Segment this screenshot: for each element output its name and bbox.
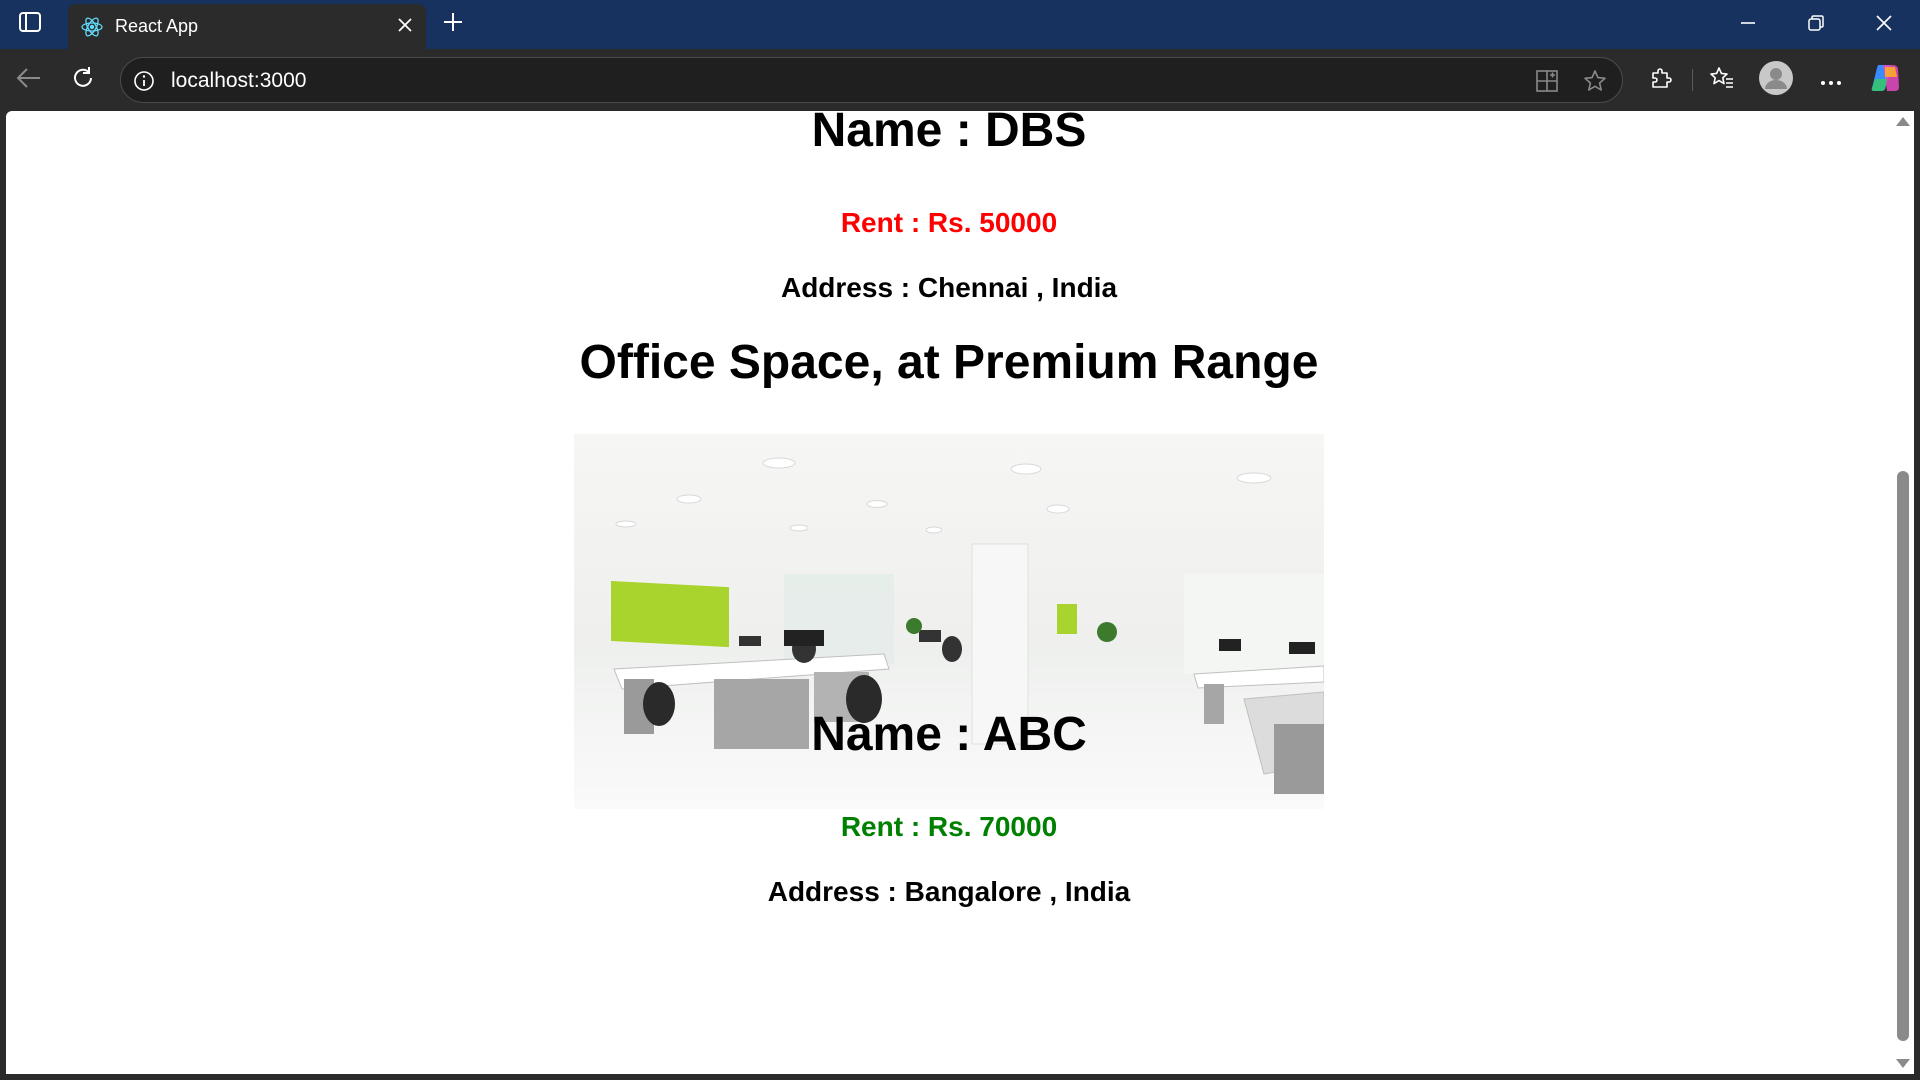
plus-icon	[443, 12, 463, 36]
minimize-button[interactable]	[1714, 0, 1782, 49]
back-button[interactable]	[10, 62, 48, 98]
scroll-thumb[interactable]	[1897, 471, 1909, 1041]
listing-name: Name : ABC	[811, 708, 1087, 761]
restore-button[interactable]	[1782, 0, 1850, 49]
listing-name: Name : DBS	[811, 111, 1087, 157]
favorites-button[interactable]	[1703, 62, 1741, 98]
toolbar-divider	[1692, 69, 1693, 91]
tab-title: React App	[115, 16, 199, 36]
page-viewport: Name : DBS Rent : Rs. 50000 Address : Ch…	[6, 111, 1892, 1074]
copilot-icon	[1869, 63, 1901, 97]
close-window-button[interactable]	[1850, 0, 1918, 49]
back-arrow-icon	[16, 67, 42, 93]
react-logo-icon	[80, 15, 104, 39]
scroll-up-arrow-icon[interactable]	[1896, 117, 1910, 126]
extensions-button[interactable]	[1642, 62, 1680, 98]
refresh-button[interactable]	[64, 62, 102, 98]
star-icon[interactable]	[1579, 66, 1611, 96]
close-icon	[398, 17, 412, 36]
puzzle-icon	[1649, 66, 1673, 94]
listing-rent: Rent : Rs. 70000	[840, 811, 1058, 842]
section-title: Office Space, at Premium Range	[579, 336, 1319, 389]
browser-toolbar: localhost:3000	[0, 49, 1920, 111]
url-text[interactable]: localhost:3000	[171, 69, 306, 93]
vertical-scrollbar[interactable]	[1892, 111, 1914, 1074]
browser-titlebar: React App	[0, 0, 1920, 49]
address-bar[interactable]: localhost:3000	[120, 57, 1623, 103]
close-tab-button[interactable]	[392, 13, 418, 39]
listing-rent: Rent : Rs. 50000	[840, 207, 1058, 238]
listing-address: Address : Chennai , India	[780, 272, 1118, 303]
more-button[interactable]	[1812, 62, 1850, 98]
app-available-icon[interactable]	[1531, 66, 1563, 96]
minimize-icon	[1740, 15, 1756, 35]
favorites-icon	[1709, 66, 1735, 94]
info-icon[interactable]	[131, 68, 157, 94]
copilot-button[interactable]	[1866, 62, 1904, 98]
refresh-icon	[71, 66, 95, 94]
tab-actions-icon	[19, 12, 41, 36]
close-window-icon	[1876, 14, 1892, 35]
more-icon	[1820, 71, 1842, 90]
tab-react-app[interactable]: React App	[68, 4, 426, 49]
restore-icon	[1808, 14, 1824, 35]
listing-address: Address : Bangalore , India	[767, 876, 1131, 907]
scroll-down-arrow-icon[interactable]	[1896, 1059, 1910, 1068]
tab-actions-button[interactable]	[10, 8, 50, 40]
profile-icon	[1759, 61, 1793, 99]
profile-button[interactable]	[1757, 61, 1795, 99]
window-bottom-edge	[0, 1074, 1920, 1080]
new-tab-button[interactable]	[436, 8, 470, 40]
